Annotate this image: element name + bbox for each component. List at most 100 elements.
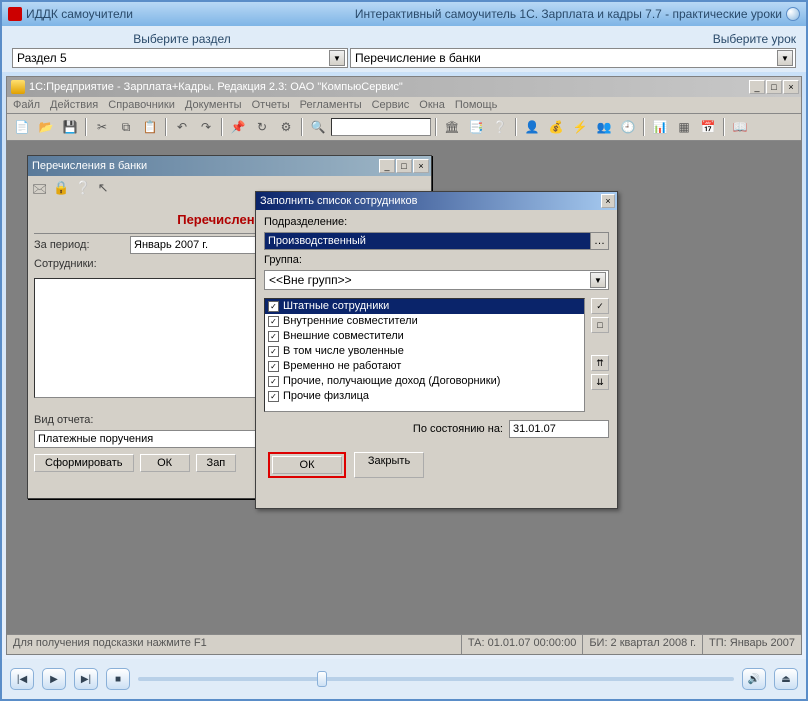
list-item[interactable]: ✓Временно не работают	[265, 359, 584, 374]
chevron-down-icon[interactable]: ▼	[590, 272, 606, 288]
lock-icon[interactable]: 🔒	[53, 180, 69, 202]
cog-icon[interactable]: ⚡	[569, 117, 591, 137]
menu-item[interactable]: Справочники	[108, 99, 175, 111]
mdi-area: Перечисления в банки _ □ × 🖂 🔒 ❔ ↖ Переч…	[7, 141, 801, 634]
menu-item[interactable]: Отчеты	[252, 99, 290, 111]
status-hint: Для получения подсказки нажмите F1	[7, 635, 462, 654]
volume-button[interactable]: 🔊	[742, 668, 766, 690]
tool-icon[interactable]: 🏛	[441, 117, 463, 137]
calendar-icon[interactable]: 📅	[697, 117, 719, 137]
group-dropdown[interactable]: <<Вне групп>> ▼	[264, 270, 609, 290]
maximize-button[interactable]: □	[766, 80, 782, 94]
ellipsis-button[interactable]: …	[590, 233, 608, 249]
check-button[interactable]: ✓	[591, 298, 609, 314]
menu-item[interactable]: Файл	[13, 99, 40, 111]
next-button[interactable]: ▶|	[74, 668, 98, 690]
report-type-label: Вид отчета:	[34, 414, 124, 426]
search-input[interactable]	[331, 118, 431, 136]
stop-button[interactable]: ■	[106, 668, 130, 690]
help-icon[interactable]: ❔	[75, 180, 91, 202]
copy-icon[interactable]: ⧉	[115, 117, 137, 137]
help-icon[interactable]	[786, 7, 800, 21]
outer-titlebar: ИДДК самоучители Интерактивный самоучите…	[2, 2, 806, 26]
menu-item[interactable]: Помощь	[455, 99, 498, 111]
date-label: По состоянию на:	[413, 423, 503, 435]
check-all-button[interactable]: ⇈	[591, 355, 609, 371]
list-item[interactable]: ✓Штатные сотрудники	[265, 299, 584, 314]
close-icon[interactable]: ×	[601, 194, 615, 208]
report-icon[interactable]: 📊	[649, 117, 671, 137]
print-icon[interactable]: 🖂	[32, 180, 47, 202]
money-icon[interactable]: 💰	[545, 117, 567, 137]
group-label: Группа:	[264, 254, 609, 266]
list-item[interactable]: ✓Внутренние совместители	[265, 314, 584, 329]
clock-icon[interactable]: 🕘	[617, 117, 639, 137]
app-title: ИДДК самоучители	[26, 7, 133, 21]
search-icon[interactable]: 🔍	[307, 117, 329, 137]
transfer-titlebar[interactable]: Перечисления в банки _ □ ×	[28, 156, 431, 176]
form-button[interactable]: Сформировать	[34, 454, 134, 472]
report-type-value: Платежные поручения	[38, 433, 153, 445]
employees-label: Сотрудники:	[34, 258, 124, 270]
prev-button[interactable]: |◀	[10, 668, 34, 690]
table-icon[interactable]: ▦	[673, 117, 695, 137]
new-icon[interactable]: 📄	[11, 117, 33, 137]
uncheck-button[interactable]: □	[591, 317, 609, 333]
ok-button[interactable]: ОК	[272, 456, 342, 474]
open-icon[interactable]: 📂	[35, 117, 57, 137]
onec-window: 1С:Предприятие - Зарплата+Кадры. Редакци…	[6, 76, 802, 655]
help-icon[interactable]: ❔	[489, 117, 511, 137]
cursor-icon[interactable]: ↖	[98, 180, 109, 202]
selector-combos: Раздел 5 ▼ Перечисление в банки ▼	[2, 48, 806, 72]
status-bar: Для получения подсказки нажмите F1 ТА: 0…	[7, 634, 801, 654]
tool-icon[interactable]: 📑	[465, 117, 487, 137]
play-button[interactable]: ▶	[42, 668, 66, 690]
undo-icon[interactable]: ↶	[171, 117, 193, 137]
period-label: За период:	[34, 239, 124, 251]
list-item[interactable]: ✓В том числе уволенные	[265, 344, 584, 359]
menu-item[interactable]: Регламенты	[300, 99, 362, 111]
save-icon[interactable]: 💾	[59, 117, 81, 137]
list-item[interactable]: ✓Прочие, получающие доход (Договорники)	[265, 374, 584, 389]
slider-thumb[interactable]	[317, 671, 327, 687]
dialog-titlebar[interactable]: Заполнить список сотрудников ×	[256, 192, 617, 210]
pushpin-icon[interactable]: 📌	[227, 117, 249, 137]
book-icon[interactable]: 📖	[729, 117, 751, 137]
paste-icon[interactable]: 📋	[139, 117, 161, 137]
refresh-icon[interactable]: ↻	[251, 117, 273, 137]
menu-item[interactable]: Окна	[419, 99, 445, 111]
tool-icon[interactable]: ⚙	[275, 117, 297, 137]
fill-button[interactable]: Зап	[196, 454, 237, 472]
progress-slider[interactable]	[138, 677, 734, 681]
menu-item[interactable]: Действия	[50, 99, 98, 111]
lesson-dropdown[interactable]: Перечисление в банки ▼	[350, 48, 796, 68]
menu-item[interactable]: Документы	[185, 99, 242, 111]
maximize-button[interactable]: □	[396, 159, 412, 173]
chevron-down-icon[interactable]: ▼	[329, 50, 345, 66]
redo-icon[interactable]: ↷	[195, 117, 217, 137]
period-input[interactable]: Январь 2007 г.	[130, 236, 260, 254]
section-value: Раздел 5	[17, 51, 67, 65]
close-button[interactable]: ×	[783, 80, 799, 94]
minimize-button[interactable]: _	[379, 159, 395, 173]
list-item[interactable]: ✓Внешние совместители	[265, 329, 584, 344]
section-dropdown[interactable]: Раздел 5 ▼	[12, 48, 348, 68]
player-bar: |◀ ▶ ▶| ■ 🔊 ⏏	[2, 659, 806, 699]
lesson-value: Перечисление в банки	[355, 51, 481, 65]
minimize-button[interactable]: _	[749, 80, 765, 94]
uncheck-all-button[interactable]: ⇊	[591, 374, 609, 390]
ok-button[interactable]: ОК	[140, 454, 190, 472]
close-button[interactable]: Закрыть	[354, 452, 424, 478]
org-icon[interactable]: 👥	[593, 117, 615, 137]
exit-button[interactable]: ⏏	[774, 668, 798, 690]
menu-item[interactable]: Сервис	[372, 99, 410, 111]
onec-icon	[11, 80, 25, 94]
employee-types-list[interactable]: ✓Штатные сотрудники ✓Внутренние совмести…	[264, 298, 585, 412]
list-item[interactable]: ✓Прочие физлица	[265, 389, 584, 404]
person-icon[interactable]: 👤	[521, 117, 543, 137]
date-input[interactable]: 31.01.07	[509, 420, 609, 438]
subdivision-input[interactable]: Производственный …	[264, 232, 609, 250]
cut-icon[interactable]: ✂	[91, 117, 113, 137]
close-button[interactable]: ×	[413, 159, 429, 173]
chevron-down-icon[interactable]: ▼	[777, 50, 793, 66]
